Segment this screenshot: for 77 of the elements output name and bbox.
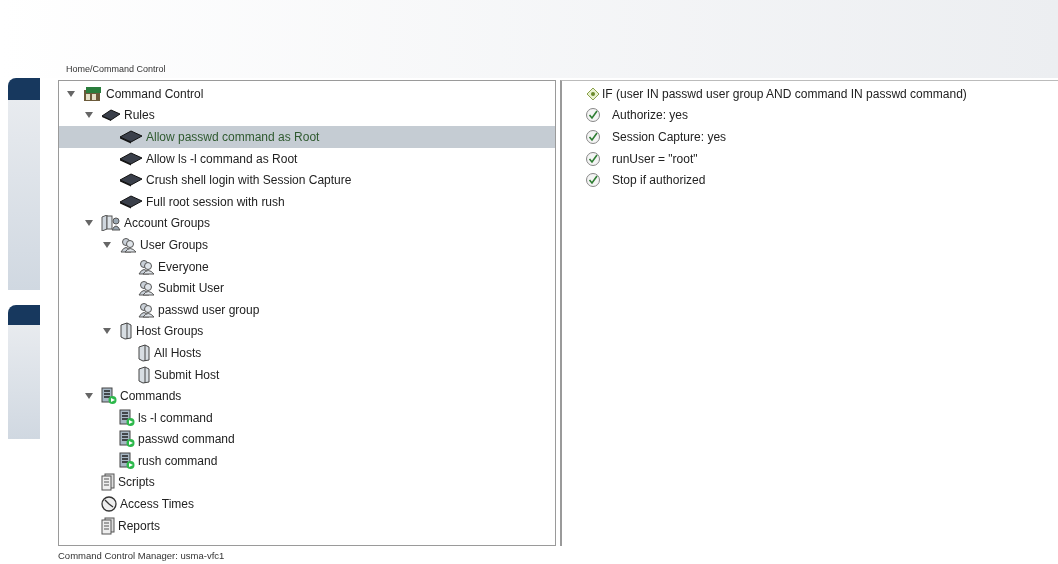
server-icon bbox=[119, 322, 133, 341]
tree-item[interactable]: Access Times bbox=[120, 495, 194, 514]
action-text: Authorize: yes bbox=[612, 107, 689, 125]
status-text: Command Control Manager: usma-vfc1 bbox=[58, 550, 225, 561]
document-icon bbox=[101, 473, 115, 492]
tree-item[interactable]: Allow ls -l command as Root bbox=[146, 149, 298, 168]
tree-item[interactable]: Everyone bbox=[158, 257, 209, 276]
tree-row[interactable]: All Hosts bbox=[59, 342, 555, 364]
tree-item[interactable]: Host Groups bbox=[136, 322, 204, 341]
tree-item[interactable]: All Hosts bbox=[154, 343, 202, 362]
tree-item[interactable]: passwd command bbox=[138, 430, 235, 449]
breadcrumb: Home/Command Control bbox=[66, 62, 166, 76]
command-icon bbox=[101, 387, 117, 406]
tree-item[interactable]: Reports bbox=[118, 516, 161, 535]
tree-item[interactable]: rush command bbox=[138, 451, 218, 470]
command-icon bbox=[119, 408, 135, 427]
tree-item[interactable]: Rules bbox=[124, 106, 155, 125]
tree-row[interactable]: Account Groups bbox=[59, 212, 555, 235]
checkmark-icon bbox=[585, 172, 601, 189]
checkmark-icon bbox=[585, 129, 601, 145]
tree-row[interactable]: Allow ls -l command as Root bbox=[59, 147, 555, 170]
condition-text: IF (user IN passwd user group AND command IN passwd command) bbox=[602, 85, 967, 103]
tree-item[interactable]: User Groups bbox=[140, 235, 209, 254]
expand-arrow-icon[interactable] bbox=[85, 111, 93, 120]
side-tab[interactable] bbox=[8, 305, 40, 439]
tree-item[interactable]: Commands bbox=[120, 387, 182, 406]
tree-item[interactable]: Allow passwd command as Root bbox=[146, 128, 320, 146]
document-icon bbox=[101, 516, 115, 535]
tree-row[interactable]: Reports bbox=[59, 514, 555, 537]
users-icon bbox=[137, 301, 155, 318]
tree-row[interactable]: Commands bbox=[59, 385, 555, 407]
tree-row[interactable]: ls -l command bbox=[59, 406, 555, 429]
tree-row[interactable]: passwd user group bbox=[59, 298, 555, 321]
tree-row[interactable]: User Groups bbox=[59, 234, 555, 256]
tree-row[interactable]: passwd command bbox=[59, 428, 555, 451]
tree-row[interactable]: Access Times bbox=[59, 493, 555, 515]
server-icon bbox=[137, 343, 151, 362]
expand-arrow-icon[interactable] bbox=[67, 89, 75, 98]
book-icon bbox=[101, 215, 121, 232]
users-icon bbox=[137, 258, 155, 275]
tree-row[interactable]: Scripts bbox=[59, 471, 555, 494]
users-icon bbox=[119, 236, 137, 253]
tree-row[interactable]: rush command bbox=[59, 450, 555, 472]
tree-item[interactable]: Crush shell login with Session Capture bbox=[146, 171, 352, 190]
side-tab[interactable] bbox=[8, 78, 40, 290]
tree-item[interactable]: Scripts bbox=[118, 473, 155, 492]
tree-item[interactable]: ls -l command bbox=[138, 408, 213, 427]
tree-item[interactable]: Submit Host bbox=[154, 365, 220, 384]
tree-item[interactable]: Command Control bbox=[106, 84, 204, 103]
command-icon bbox=[119, 451, 135, 470]
tree-item[interactable]: passwd user group bbox=[158, 300, 260, 319]
tree-row[interactable]: Command Control bbox=[59, 83, 555, 105]
tree-row[interactable]: Everyone bbox=[59, 255, 555, 278]
tree-item[interactable]: Account Groups bbox=[124, 214, 211, 233]
tree-row[interactable]: Allow passwd command as Root bbox=[59, 126, 555, 148]
users-icon bbox=[137, 280, 155, 297]
action-text: Stop if authorized bbox=[612, 172, 706, 190]
checkmark-icon bbox=[585, 150, 601, 167]
server-rack-icon bbox=[83, 85, 103, 102]
expand-arrow-icon[interactable] bbox=[103, 327, 111, 336]
tree-row[interactable]: Host Groups bbox=[59, 320, 555, 343]
tree-item[interactable]: Submit User bbox=[158, 279, 225, 298]
expand-arrow-icon[interactable] bbox=[85, 219, 93, 228]
command-icon bbox=[119, 430, 135, 449]
tree-item[interactable]: Full root session with rush bbox=[146, 192, 285, 211]
checkmark-icon bbox=[585, 107, 601, 124]
tree-row[interactable]: Submit User bbox=[59, 277, 555, 299]
tree-row[interactable]: Rules bbox=[59, 104, 555, 127]
condition-icon bbox=[586, 86, 600, 101]
tree-row[interactable]: Crush shell login with Session Capture bbox=[59, 169, 555, 191]
expand-arrow-icon[interactable] bbox=[85, 392, 93, 401]
server-icon bbox=[137, 365, 151, 384]
action-text: runUser = "root" bbox=[612, 150, 698, 168]
expand-arrow-icon[interactable] bbox=[103, 240, 111, 249]
action-text: Session Capture: yes bbox=[612, 129, 727, 146]
tree-row[interactable]: Full root session with rush bbox=[59, 190, 555, 213]
tree-row[interactable]: Submit Host bbox=[59, 363, 555, 386]
